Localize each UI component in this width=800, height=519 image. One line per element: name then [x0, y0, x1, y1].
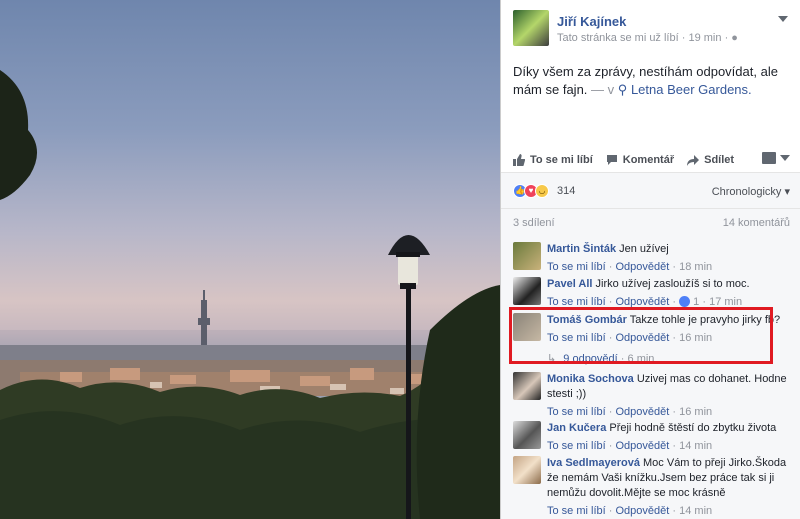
- post-with: — v: [591, 82, 615, 97]
- share-button[interactable]: Sdílet: [687, 154, 734, 166]
- haha-reaction-icon: ◡: [535, 184, 549, 198]
- commenter-name[interactable]: Pavel All: [547, 278, 592, 290]
- post-actions: To se mi líbí Komentář Sdílet: [513, 150, 790, 170]
- location-pin-icon: ⚲: [617, 82, 628, 97]
- comment-links: To se mi líbí · Odpovědět · 16 min: [547, 405, 792, 420]
- comment-body: Martin Šinták Jen užívej To se mi líbí ·…: [547, 242, 792, 275]
- comment-body: Monika Sochova Uzivej mas co dohanet. Ho…: [547, 372, 792, 420]
- commenter-name[interactable]: Jan Kučera: [547, 422, 606, 434]
- thumbs-up-icon: [513, 154, 525, 166]
- comment-text: Jen užívej: [619, 243, 669, 255]
- link-separator: ·: [608, 440, 613, 452]
- comment-body: Iva Sedlmayerová Moc Vám to přeji Jirko.…: [547, 456, 792, 519]
- sort-chevron-icon: ▾: [784, 186, 790, 198]
- comment-reply-link[interactable]: Odpovědět: [615, 440, 669, 452]
- share-label: Sdílet: [704, 154, 735, 166]
- page-avatar-icon: [762, 152, 776, 164]
- link-separator: ·: [672, 261, 677, 273]
- commenter-name[interactable]: Monika Sochova: [547, 373, 634, 385]
- commenter-avatar[interactable]: [513, 372, 541, 400]
- comment-time[interactable]: 18 min: [679, 261, 712, 273]
- comment-links: To se mi líbí · Odpovědět · 18 min: [547, 260, 792, 275]
- comment-reply-link[interactable]: Odpovědět: [615, 261, 669, 273]
- post-meta: Tato stránka se mi už líbí · 19 min · ●: [557, 32, 738, 44]
- city-landscape-image: [0, 70, 500, 519]
- comment-like-link[interactable]: To se mi líbí: [547, 406, 606, 418]
- comment-body: Jan Kučera Přeji hodně štěstí do zbytku …: [547, 421, 792, 454]
- author-avatar[interactable]: [513, 10, 549, 46]
- globe-icon: ●: [731, 32, 738, 44]
- post-photo[interactable]: [0, 0, 500, 519]
- post-time[interactable]: 19 min: [688, 32, 721, 44]
- post-text: Díky všem za zprávy, nestíhám odpovídat,…: [513, 63, 783, 99]
- highlight-box: [509, 307, 773, 364]
- author-name[interactable]: Jiří Kajínek: [557, 14, 626, 29]
- link-separator: ·: [608, 505, 613, 517]
- like-button[interactable]: To se mi líbí: [513, 154, 593, 166]
- comments-list: Martin Šinták Jen užívej To se mi líbí ·…: [501, 236, 800, 519]
- link-separator: ·: [608, 406, 613, 418]
- commenter-name[interactable]: Martin Šinták: [547, 243, 616, 255]
- post-stats: 3 sdílení 14 komentářů: [501, 208, 800, 236]
- reaction-icons[interactable]: 👍 ♥ ◡: [513, 184, 549, 198]
- post-options-chevron-icon[interactable]: [778, 16, 788, 22]
- comment-label: Komentář: [622, 154, 675, 166]
- post-header: Jiří Kajínek Tato stránka se mi už líbí …: [513, 10, 792, 50]
- share-count[interactable]: 3 sdílení: [513, 217, 555, 229]
- commenter-avatar[interactable]: [513, 421, 541, 449]
- comment-button[interactable]: Komentář: [606, 154, 674, 166]
- post-panel: Jiří Kajínek Tato stránka se mi už líbí …: [500, 0, 800, 519]
- comment-reply-link[interactable]: Odpovědět: [615, 406, 669, 418]
- page-liked-text: Tato stránka se mi už líbí: [557, 32, 679, 44]
- comment-bubble-icon: [606, 155, 617, 165]
- share-as-menu[interactable]: [762, 152, 790, 164]
- link-separator: ·: [672, 505, 677, 517]
- comment-count[interactable]: 14 komentářů: [723, 217, 790, 229]
- comment-text: Jirko užívej zasloužíš si to moc.: [595, 278, 750, 290]
- sort-label: Chronologicky: [711, 186, 782, 198]
- chevron-down-icon: [780, 155, 790, 161]
- comment-links: To se mi líbí · Odpovědět · 14 min: [547, 504, 792, 519]
- share-arrow-icon: [687, 155, 700, 166]
- comment-like-link[interactable]: To se mi líbí: [547, 261, 606, 273]
- like-reaction-icon[interactable]: [679, 296, 691, 307]
- comment-like-link[interactable]: To se mi líbí: [547, 440, 606, 452]
- commenter-name[interactable]: Iva Sedlmayerová: [547, 457, 640, 469]
- comment-text: Přeji hodně štěstí do zbytku života: [609, 422, 777, 434]
- comment-time[interactable]: 14 min: [679, 505, 712, 517]
- location-link[interactable]: Letna Beer Gardens.: [631, 82, 752, 97]
- commenter-avatar[interactable]: [513, 242, 541, 270]
- sort-dropdown[interactable]: Chronologicky ▾: [712, 185, 790, 198]
- reactions-bar: 👍 ♥ ◡ 314 Chronologicky ▾: [501, 172, 800, 208]
- commenter-avatar[interactable]: [513, 456, 541, 484]
- commenter-avatar[interactable]: [513, 277, 541, 305]
- comment-time[interactable]: 14 min: [679, 440, 712, 452]
- comment-body: Pavel All Jirko užívej zasloužíš si to m…: [547, 277, 792, 310]
- meta-separator: ·: [681, 32, 686, 44]
- link-separator: ·: [672, 440, 677, 452]
- meta-separator-2: ·: [724, 32, 729, 44]
- comment-links: To se mi líbí · Odpovědět · 14 min: [547, 439, 792, 454]
- like-label: To se mi líbí: [530, 154, 593, 166]
- link-separator: ·: [672, 406, 677, 418]
- comment-like-link[interactable]: To se mi líbí: [547, 505, 606, 517]
- link-separator: ·: [608, 261, 613, 273]
- reaction-count[interactable]: 314: [557, 185, 575, 197]
- comment-time[interactable]: 16 min: [679, 406, 712, 418]
- comment-reply-link[interactable]: Odpovědět: [615, 505, 669, 517]
